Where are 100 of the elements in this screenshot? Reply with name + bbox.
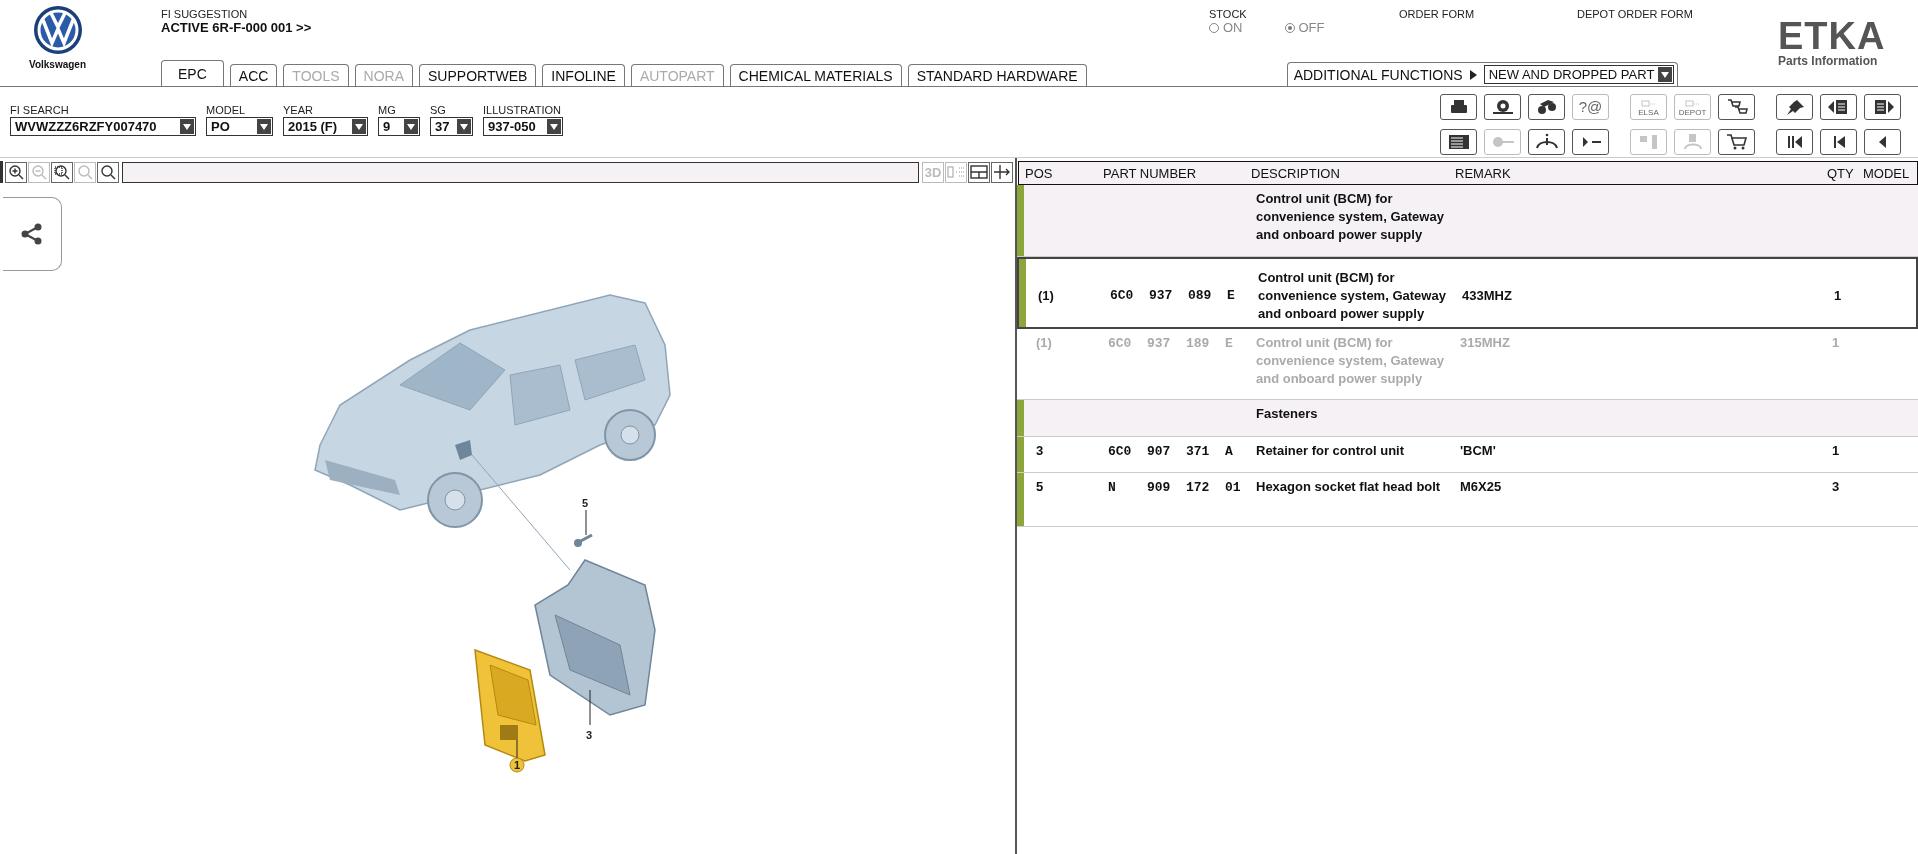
part-row[interactable]: 5 N 909 172 01 Hexagon socket flat head bolt M6X25 3 — [1017, 473, 1918, 527]
play-dash-button[interactable] — [1572, 129, 1609, 155]
tab[interactable]: SUPPORTWEB — [419, 64, 537, 86]
part-number-cell: N 909 172 01 — [1108, 480, 1241, 495]
group-header-row[interactable]: Control unit (BCM) for convenience system, Gateway and onboard power supply — [1017, 185, 1918, 257]
tire-button[interactable] — [1484, 94, 1521, 120]
binoculars-button[interactable] — [1528, 94, 1565, 120]
qty-cell: 1 — [1832, 443, 1840, 458]
callout-number: 3 — [586, 729, 593, 741]
vw-logo-icon — [32, 5, 83, 55]
pos-cell: (1) — [1038, 287, 1054, 303]
description-cell: Retainer for control unit — [1256, 443, 1405, 458]
dropdown-caret-icon — [257, 119, 271, 134]
terminal-icon — [1641, 99, 1656, 107]
share-button[interactable] — [3, 197, 62, 271]
dropdown-caret-icon — [352, 119, 366, 134]
terminal-icon — [1685, 99, 1700, 107]
info-car-button[interactable] — [1528, 129, 1565, 155]
carts-button[interactable] — [1718, 94, 1755, 120]
fi-suggestion-label: FI SUGGESTION — [161, 8, 249, 20]
grid-icon — [947, 164, 965, 180]
pos-cell: 3 — [1036, 443, 1044, 458]
tab[interactable]: ACC — [229, 64, 278, 86]
cart-button[interactable] — [1718, 129, 1755, 155]
print-button[interactable] — [1440, 94, 1477, 120]
pin-button[interactable] — [1776, 94, 1813, 120]
magnifier-icon — [8, 164, 24, 180]
new-and-dropped-part-dropdown[interactable]: NEW AND DROPPED PART — [1483, 65, 1674, 84]
search-button[interactable] — [97, 161, 119, 183]
bolt-drawing — [574, 533, 593, 547]
filter-dropdown[interactable]: 9 — [378, 117, 420, 136]
callout-number: 5 — [582, 497, 589, 509]
qty-cell: 1 — [1834, 287, 1842, 303]
tab[interactable]: CHEMICAL MATERIALS — [729, 64, 902, 86]
filter-label: MG — [378, 104, 397, 116]
pos-cell: 5 — [1036, 479, 1044, 494]
split-icon — [993, 164, 1011, 180]
description-cell: Control unit (BCM) for convenience system, Gateway and onboard power supply — [1258, 269, 1446, 321]
info-car-icon — [1533, 133, 1560, 151]
filter-dropdown[interactable]: PO — [206, 117, 273, 136]
part-row[interactable]: 3 6C0 907 371 A Retainer for control unit 'BCM' 1 — [1017, 437, 1918, 473]
stock-radio[interactable]: OFF — [1284, 20, 1325, 35]
etka-subtitle: Parts Information — [1778, 54, 1879, 68]
magnifier-icon — [54, 164, 70, 180]
remark-cell: 315MHZ — [1460, 335, 1510, 350]
description-cell: Control unit (BCM) for convenience system, Gateway and onboard power supply — [1256, 191, 1444, 242]
callout-badge: 1 — [509, 757, 525, 773]
remark-cell: M6X25 — [1460, 479, 1502, 494]
column-header[interactable]: POS — [1019, 165, 1103, 181]
search-icon — [100, 164, 116, 180]
triangle-right-icon — [1469, 69, 1477, 80]
filter-label: YEAR — [283, 104, 314, 116]
filter-label: MODEL — [206, 104, 247, 116]
tab[interactable]: EPC — [161, 60, 224, 86]
zoom-area-button[interactable] — [51, 161, 73, 183]
dropdown-caret-icon — [404, 119, 418, 134]
filter-label: FI SEARCH — [10, 104, 70, 116]
first-button[interactable] — [1776, 129, 1813, 155]
remark-cell: 433MHZ — [1462, 287, 1512, 303]
layout-icon — [970, 164, 988, 180]
zoom-in-button[interactable] — [5, 161, 27, 183]
filter-dropdown[interactable]: 937-050 — [483, 117, 563, 136]
dropdown-caret-icon — [1658, 67, 1672, 82]
brand-name: Volkswagen — [28, 59, 87, 70]
part-row[interactable]: (1) 6C0 937 089 E Control unit (BCM) for convenience system, Gateway and onboard power supply 433MHZ 1 — [1017, 257, 1918, 329]
doc-right-button[interactable] — [1864, 94, 1901, 120]
column-header[interactable]: DESCRIPTION — [1251, 165, 1455, 181]
header-link[interactable]: DEPOT ORDER FORM — [1577, 8, 1693, 20]
filter-dropdown[interactable]: WVWZZZ6RZFY007470 — [10, 117, 196, 136]
column-header[interactable]: QTY — [1827, 165, 1863, 181]
fi-suggestion-link[interactable]: ACTIVE 6R-F-000 001 >> — [161, 20, 1209, 35]
share-icon — [20, 222, 44, 246]
column-header[interactable]: PART NUMBER — [1103, 165, 1251, 181]
leader-line — [585, 509, 587, 536]
part-number-cell: 6C0 937 089 E — [1110, 288, 1235, 303]
stock-label: STOCK — [1209, 8, 1248, 20]
magnifier-icon — [77, 164, 93, 180]
split-button[interactable] — [991, 161, 1013, 183]
illustration-search-field[interactable] — [122, 161, 919, 183]
doc-left-button[interactable] — [1820, 94, 1857, 120]
back-icon — [1878, 135, 1887, 149]
tab[interactable]: INFOLINE — [542, 64, 625, 86]
filter-dropdown[interactable]: 37 — [430, 117, 473, 136]
part-number-cell: 6C0 937 189 E — [1108, 336, 1233, 351]
leader-line — [516, 739, 518, 759]
additional-functions-label[interactable]: ADDITIONAL FUNCTIONS — [1293, 66, 1463, 83]
column-header[interactable]: MODEL — [1863, 165, 1917, 181]
stock-radio[interactable]: ON — [1209, 20, 1243, 35]
skip-back-button[interactable] — [1820, 129, 1857, 155]
group-header-row[interactable]: Fasteners — [1017, 400, 1918, 437]
qty-cell: 3 — [1832, 479, 1840, 494]
back-button[interactable] — [1864, 129, 1901, 155]
dropdown-caret-icon — [457, 119, 471, 134]
header-link[interactable]: ORDER FORM — [1399, 8, 1577, 20]
column-header[interactable]: REMARK — [1455, 165, 1827, 181]
tab[interactable]: STANDARD HARDWARE — [907, 64, 1087, 86]
filter-dropdown[interactable]: 2015 (F) — [283, 117, 368, 136]
list-button[interactable] — [1440, 129, 1477, 155]
leader-line — [589, 689, 591, 726]
layout-button[interactable] — [968, 161, 990, 183]
